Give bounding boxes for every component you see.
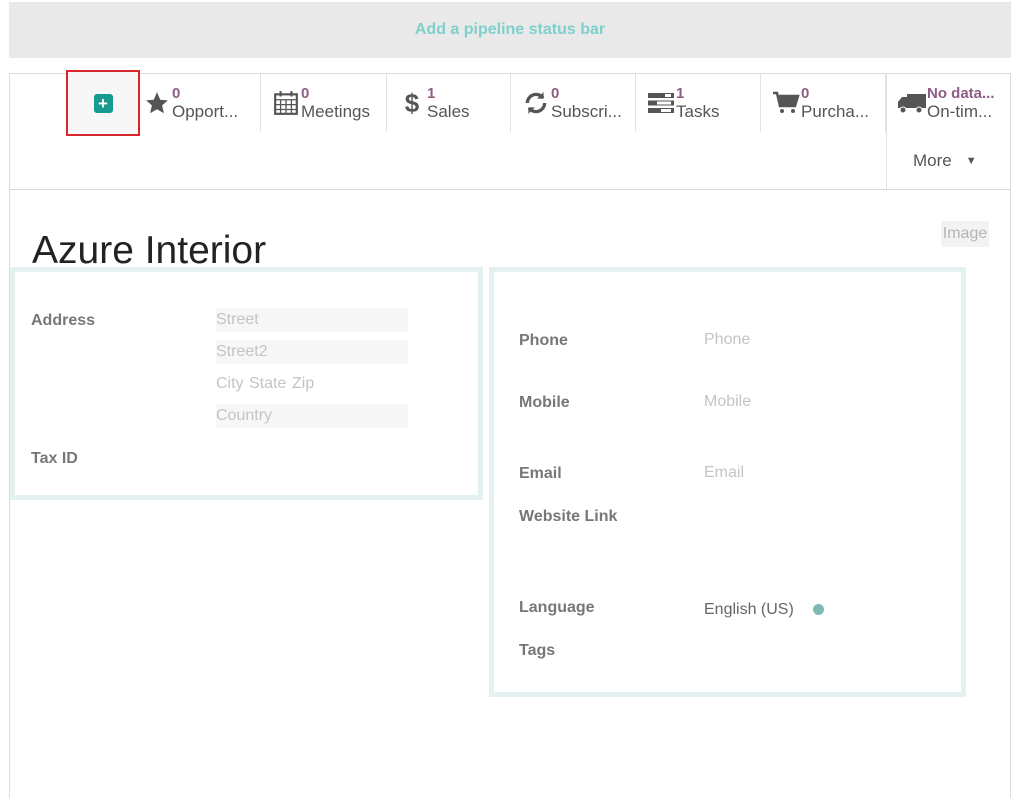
sales-count: 1 xyxy=(427,85,436,102)
add-button[interactable]: + xyxy=(66,70,140,136)
website-label: Website Link xyxy=(519,508,618,525)
subscriptions-count: 0 xyxy=(551,85,560,102)
email-label: Email xyxy=(519,465,562,482)
purchases-count: 0 xyxy=(801,85,810,102)
meetings-count: 0 xyxy=(301,85,310,102)
smart-button-sales[interactable]: $ 1 Sales xyxy=(387,74,511,132)
street2-input[interactable]: Street2 xyxy=(216,340,408,364)
pipeline-status-bar-label[interactable]: Add a pipeline status bar xyxy=(415,21,605,39)
smart-button-opportunities[interactable]: 0 Opport... xyxy=(142,74,261,132)
meetings-label: Meetings xyxy=(301,102,370,121)
more-button[interactable]: More ▼ xyxy=(886,132,1010,189)
country-input[interactable]: Country xyxy=(216,404,408,428)
mobile-label: Mobile xyxy=(519,394,570,411)
smart-button-subscriptions[interactable]: 0 Subscri... xyxy=(511,74,636,132)
address-label: Address xyxy=(31,312,96,329)
caret-down-icon: ▼ xyxy=(965,154,977,167)
tasks-count: 1 xyxy=(676,85,685,102)
contact-group: Phone Phone Mobile Mobile Email Email We… xyxy=(489,267,966,697)
on-time-label: On-tim... xyxy=(927,102,993,121)
truck-icon xyxy=(897,91,927,115)
mobile-input[interactable]: Mobile xyxy=(704,390,751,414)
address-group: Address Street Street2 City State Zip Co… xyxy=(10,267,483,500)
calendar-icon xyxy=(271,90,301,116)
state-input[interactable]: State xyxy=(249,372,286,396)
smart-button-on-time[interactable]: No data... On-tim... xyxy=(886,74,1010,132)
phone-label: Phone xyxy=(519,332,568,349)
refresh-icon xyxy=(521,90,551,116)
pipeline-status-bar[interactable]: Add a pipeline status bar xyxy=(9,2,1011,58)
phone-input[interactable]: Phone xyxy=(704,328,750,352)
dollar-icon: $ xyxy=(404,87,420,118)
cart-icon xyxy=(771,91,801,115)
language-select[interactable]: English (US) xyxy=(704,601,794,619)
opportunities-count: 0 xyxy=(172,85,181,102)
more-label: More xyxy=(913,150,952,170)
subscriptions-label: Subscri... xyxy=(551,102,622,121)
purchases-label: Purcha... xyxy=(801,102,870,121)
city-input[interactable]: City xyxy=(216,372,244,396)
smart-button-purchases[interactable]: 0 Purcha... xyxy=(761,74,886,132)
smart-button-tasks[interactable]: 1 Tasks xyxy=(636,74,761,132)
plus-icon: + xyxy=(93,93,113,113)
on-time-count: No data... xyxy=(927,85,995,102)
tasks-icon xyxy=(646,91,676,115)
tax-id-label: Tax ID xyxy=(31,450,78,467)
button-box: + 0 Opport... 0 Meetings $ 1 Sales 0 Sub… xyxy=(10,70,1010,190)
language-label: Language xyxy=(519,599,595,616)
tasks-label: Tasks xyxy=(676,102,720,121)
image-placeholder[interactable]: Image xyxy=(941,221,989,247)
tags-label: Tags xyxy=(519,642,556,659)
smart-button-meetings[interactable]: 0 Meetings xyxy=(261,74,387,132)
globe-icon[interactable] xyxy=(813,604,824,615)
zip-input[interactable]: Zip xyxy=(292,372,314,396)
opportunities-label: Opport... xyxy=(172,102,239,121)
street-input[interactable]: Street xyxy=(216,308,408,332)
email-input[interactable]: Email xyxy=(704,461,744,485)
sales-label: Sales xyxy=(427,102,470,121)
star-icon xyxy=(142,90,172,116)
